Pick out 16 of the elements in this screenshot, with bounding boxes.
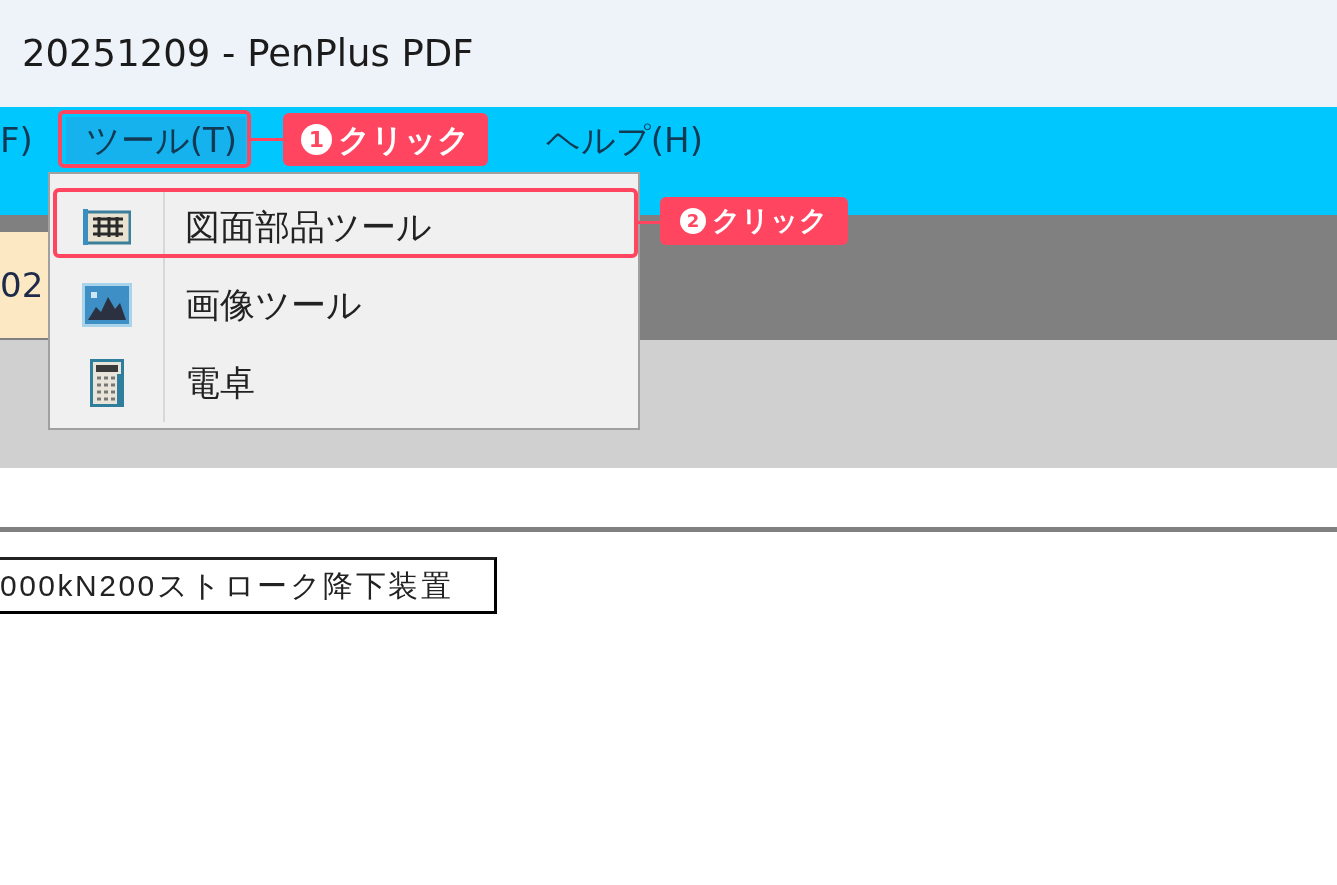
blueprint-icon (82, 209, 131, 245)
window-title: 20251209 - PenPlus PDF (22, 30, 474, 77)
picture-icon (81, 283, 132, 327)
menu-option[interactable]: 図面部品ツール (185, 209, 432, 245)
label-box-text: 000kN200ストローク降下装置 (0, 570, 454, 601)
step-number: 1 (300, 124, 332, 155)
menu-option[interactable]: 電卓 (185, 365, 255, 401)
document-tab[interactable]: 02 (0, 232, 48, 338)
menu-item[interactable]: ツール(T) (65, 117, 246, 163)
callout-label: クリック (712, 207, 828, 235)
menu-option[interactable]: 画像ツール (185, 287, 362, 323)
calculator-icon (89, 359, 124, 407)
step-number: 2 (680, 208, 706, 234)
menu-item[interactable]: ヘルプ(H) (545, 117, 703, 163)
menu-item[interactable]: F) (0, 117, 33, 163)
callout-label: クリック (337, 123, 470, 156)
